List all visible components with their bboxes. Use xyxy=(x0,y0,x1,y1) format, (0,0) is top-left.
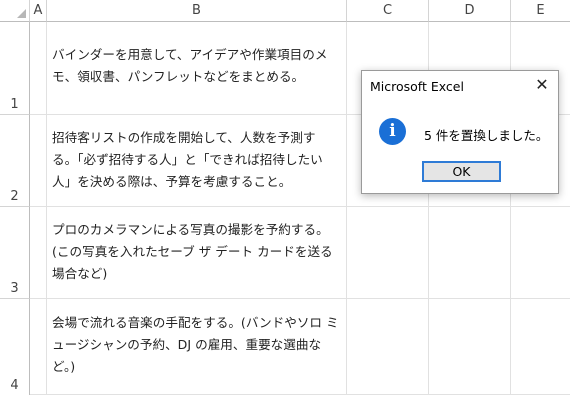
cell-c3[interactable] xyxy=(347,207,429,299)
cell-b3[interactable]: プロのカメラマンによる写真の撮影を予約する。(この写真を入れたセーブ ザ デート… xyxy=(47,207,347,299)
cell-b2[interactable]: 招待客リストの作成を開始して、人数を予測する。「必ず招待する人」と「できれば招待… xyxy=(47,115,347,207)
row-number: 3 xyxy=(10,281,19,296)
cell-a2[interactable] xyxy=(30,115,47,207)
info-icon: i xyxy=(379,118,406,145)
cell-a3[interactable] xyxy=(30,207,47,299)
row-header-2[interactable]: 2 xyxy=(0,115,30,207)
message-dialog: Microsoft Excel ✕ i 5 件を置換しました。 OK xyxy=(361,70,559,194)
column-header-e[interactable]: E xyxy=(511,0,570,22)
cell-e3[interactable] xyxy=(511,207,570,299)
row-number: 4 xyxy=(10,378,19,393)
row-header-3[interactable]: 3 xyxy=(0,207,30,299)
cell-b1[interactable]: バインダーを用意して、アイデアや作業項目のメモ、領収書、パンフレットなどをまとめ… xyxy=(47,22,347,115)
cell-e4[interactable] xyxy=(511,299,570,395)
ok-button[interactable]: OK xyxy=(422,161,501,182)
row-number: 2 xyxy=(10,189,19,204)
column-header-b[interactable]: B xyxy=(47,0,347,22)
column-header-c[interactable]: C xyxy=(347,0,429,22)
column-header-d[interactable]: D xyxy=(429,0,511,22)
column-header-a[interactable]: A xyxy=(30,0,47,22)
cell-c4[interactable] xyxy=(347,299,429,395)
dialog-title: Microsoft Excel xyxy=(370,79,464,94)
row-number: 1 xyxy=(10,97,19,112)
cell-a1[interactable] xyxy=(30,22,47,115)
dialog-message: 5 件を置換しました。 xyxy=(424,128,549,143)
cell-b4[interactable]: 会場で流れる音楽の手配をする。(バンドやソロ ミュージシャンの予約、DJ の雇用… xyxy=(47,299,347,395)
close-icon[interactable]: ✕ xyxy=(532,75,552,95)
select-all-corner[interactable] xyxy=(0,0,30,22)
select-all-triangle-icon xyxy=(17,9,26,18)
cell-d3[interactable] xyxy=(429,207,511,299)
cell-a4[interactable] xyxy=(30,299,47,395)
spreadsheet-grid: A B C D E 1 2 3 4 バインダーを用意して、アイデアや作業項目のメ… xyxy=(0,0,570,395)
row-header-4[interactable]: 4 xyxy=(0,299,30,395)
cell-d4[interactable] xyxy=(429,299,511,395)
row-header-1[interactable]: 1 xyxy=(0,22,30,115)
dialog-body: i 5 件を置換しました。 OK xyxy=(362,105,558,193)
